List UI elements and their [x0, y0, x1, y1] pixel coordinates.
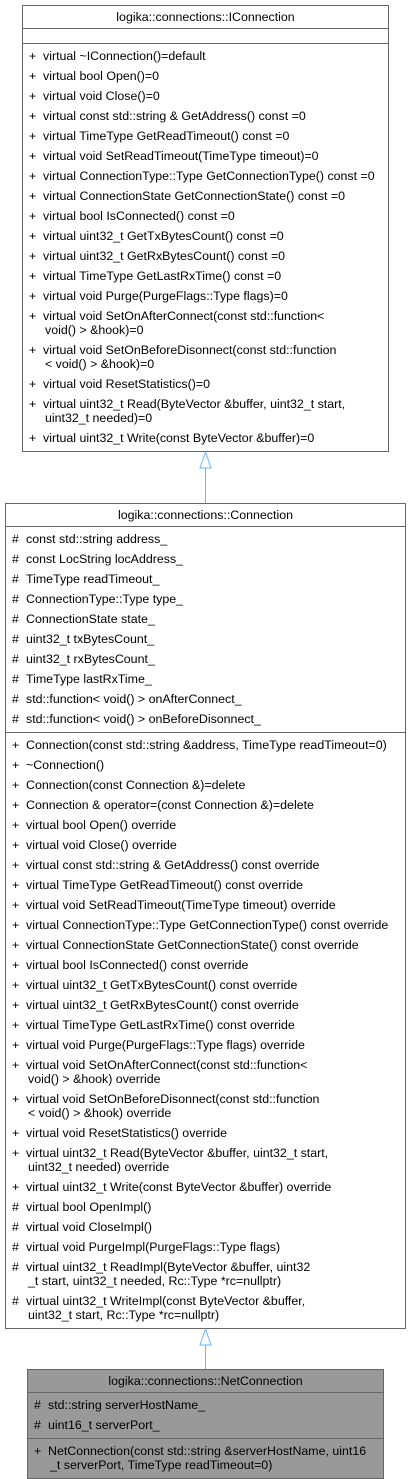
inheritance-arrow-netconnection-to-connection: [199, 1327, 212, 1369]
inheritance-arrows: [199, 450, 212, 1369]
inheritance-arrow-connection-to-iconnection: [199, 450, 212, 503]
